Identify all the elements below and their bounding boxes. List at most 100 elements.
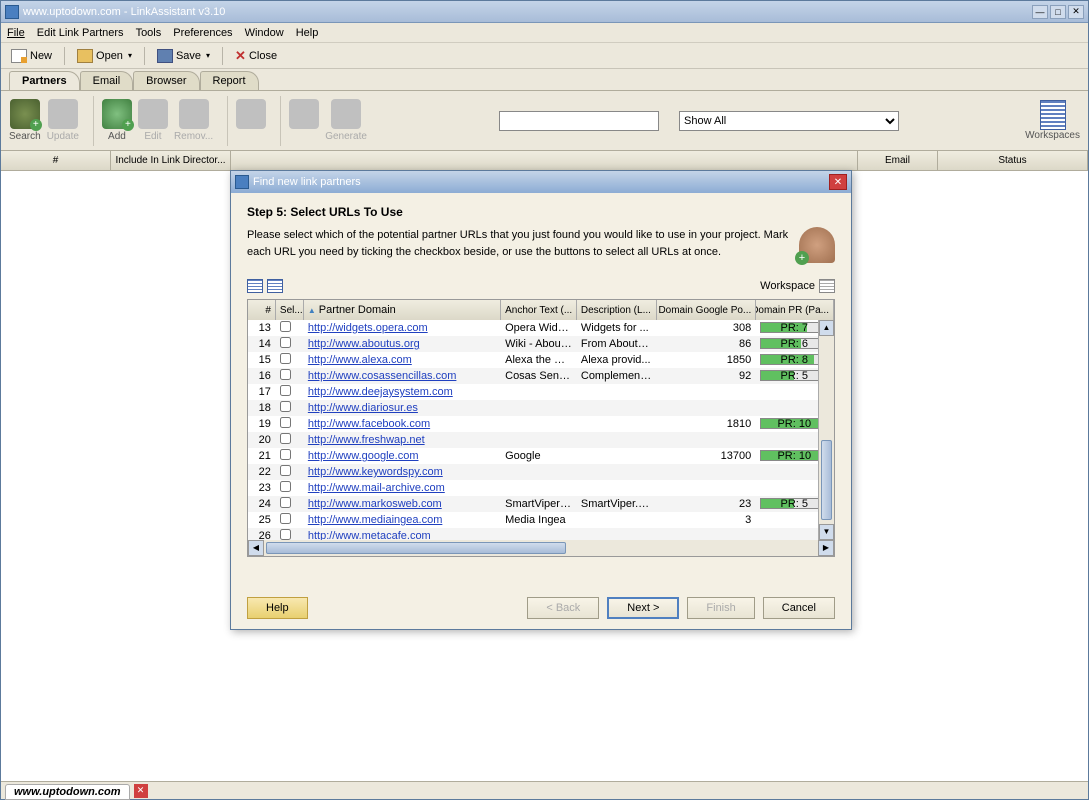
help-button[interactable]: Help: [247, 597, 308, 619]
close-window-button[interactable]: ✕: [1068, 5, 1084, 19]
menu-edit-link-partners[interactable]: Edit Link Partners: [37, 27, 124, 39]
table-row[interactable]: 26http://www.metacafe.com: [248, 528, 834, 540]
select-checkbox[interactable]: [280, 481, 291, 492]
select-checkbox[interactable]: [280, 401, 291, 412]
th-pagerank[interactable]: Domain PR (Pa...: [756, 300, 834, 320]
menu-window[interactable]: Window: [245, 27, 284, 39]
new-button[interactable]: New: [7, 47, 56, 65]
cell-domain: http://www.google.com: [304, 450, 501, 462]
select-checkbox[interactable]: [280, 449, 291, 460]
select-all-icon[interactable]: [247, 279, 263, 293]
partner-url-link[interactable]: http://www.google.com: [308, 450, 419, 462]
table-row[interactable]: 19http://www.facebook.com1810PR: 10: [248, 416, 834, 432]
partner-url-link[interactable]: http://www.mail-archive.com: [308, 482, 445, 494]
select-checkbox[interactable]: [280, 353, 291, 364]
partner-url-link[interactable]: http://www.freshwap.net: [308, 434, 425, 446]
table-row[interactable]: 20http://www.freshwap.net: [248, 432, 834, 448]
tab-email[interactable]: Email: [80, 71, 134, 90]
table-row[interactable]: 21http://www.google.comGoogle13700PR: 10: [248, 448, 834, 464]
partner-url-link[interactable]: http://www.diariosur.es: [308, 402, 418, 414]
col-include[interactable]: Include In Link Director...: [111, 151, 231, 170]
col-number[interactable]: #: [1, 151, 111, 170]
partner-url-link[interactable]: http://www.metacafe.com: [308, 530, 431, 540]
scroll-up-icon[interactable]: ▲: [819, 320, 834, 336]
th-description[interactable]: Description (L...: [577, 300, 657, 320]
ribbon-verify[interactable]: [236, 99, 266, 142]
table-row[interactable]: 14http://www.aboutus.orgWiki - AboutU...…: [248, 336, 834, 352]
th-select[interactable]: Sel...: [276, 300, 304, 320]
table-row[interactable]: 18http://www.diariosur.es: [248, 400, 834, 416]
scroll-down-icon[interactable]: ▼: [819, 524, 834, 540]
search-input[interactable]: [499, 111, 659, 131]
select-checkbox[interactable]: [280, 529, 291, 540]
ribbon-emails[interactable]: [289, 99, 319, 142]
filter-select[interactable]: Show All: [679, 111, 899, 131]
partner-url-link[interactable]: http://www.cosassencillas.com: [308, 370, 457, 382]
ribbon-update[interactable]: Update: [47, 99, 79, 142]
horizontal-scrollbar[interactable]: ◀ ▶: [248, 540, 834, 556]
maximize-button[interactable]: □: [1050, 5, 1066, 19]
select-checkbox[interactable]: [280, 369, 291, 380]
minimize-button[interactable]: —: [1032, 5, 1048, 19]
ribbon-search[interactable]: Search: [9, 99, 41, 142]
tab-report[interactable]: Report: [200, 71, 259, 90]
partner-url-link[interactable]: http://www.alexa.com: [308, 354, 412, 366]
partner-url-link[interactable]: http://www.mediaingea.com: [308, 514, 443, 526]
table-row[interactable]: 24http://www.markosweb.comSmartViper - .…: [248, 496, 834, 512]
col-status[interactable]: Status: [938, 151, 1088, 170]
table-row[interactable]: 17http://www.deejaysystem.com: [248, 384, 834, 400]
open-button[interactable]: Open▾: [73, 47, 136, 65]
scroll-thumb[interactable]: [821, 440, 832, 520]
table-row[interactable]: 16http://www.cosassencillas.comCosas Sen…: [248, 368, 834, 384]
deselect-all-icon[interactable]: [267, 279, 283, 293]
select-checkbox[interactable]: [280, 417, 291, 428]
save-button[interactable]: Save▾: [153, 47, 214, 65]
tab-partners[interactable]: Partners: [9, 71, 80, 90]
partner-url-link[interactable]: http://www.aboutus.org: [308, 338, 420, 350]
scroll-right-icon[interactable]: ▶: [818, 540, 834, 556]
close-project-button[interactable]: ✕Close: [231, 46, 281, 66]
ribbon-generate[interactable]: Generate: [325, 99, 367, 142]
th-anchor[interactable]: Anchor Text (...: [501, 300, 577, 320]
table-row[interactable]: 25http://www.mediaingea.comMedia Ingea3: [248, 512, 834, 528]
ribbon-edit[interactable]: Edit: [138, 99, 168, 142]
partner-url-link[interactable]: http://www.deejaysystem.com: [308, 386, 453, 398]
dialog-title-bar[interactable]: Find new link partners ✕: [231, 171, 851, 193]
select-checkbox[interactable]: [280, 433, 291, 444]
table-row[interactable]: 15http://www.alexa.comAlexa the We...Ale…: [248, 352, 834, 368]
col-email[interactable]: Email: [858, 151, 938, 170]
next-button[interactable]: Next >: [607, 597, 679, 619]
tab-browser[interactable]: Browser: [133, 71, 199, 90]
table-row[interactable]: 23http://www.mail-archive.com: [248, 480, 834, 496]
ribbon-workspaces[interactable]: Workspaces: [1025, 100, 1080, 141]
cancel-button[interactable]: Cancel: [763, 597, 835, 619]
table-row[interactable]: 13http://widgets.opera.comOpera Widge...…: [248, 320, 834, 336]
select-checkbox[interactable]: [280, 465, 291, 476]
hscroll-thumb[interactable]: [266, 542, 566, 554]
menu-tools[interactable]: Tools: [136, 27, 162, 39]
select-checkbox[interactable]: [280, 513, 291, 524]
ribbon-remove[interactable]: Remov...: [174, 99, 213, 142]
partner-url-link[interactable]: http://www.facebook.com: [308, 418, 430, 430]
project-tab[interactable]: www.uptodown.com: [5, 784, 130, 800]
select-checkbox[interactable]: [280, 337, 291, 348]
partner-url-link[interactable]: http://www.keywordspy.com: [308, 466, 443, 478]
th-domain[interactable]: ▲Partner Domain: [304, 300, 501, 320]
table-row[interactable]: 22http://www.keywordspy.com: [248, 464, 834, 480]
th-number[interactable]: #: [248, 300, 276, 320]
workspace-icon[interactable]: [819, 279, 835, 293]
th-popularity[interactable]: Domain Google Po...: [657, 300, 757, 320]
ribbon-add[interactable]: Add: [102, 99, 132, 142]
project-close-icon[interactable]: ✕: [134, 784, 148, 798]
select-checkbox[interactable]: [280, 321, 291, 332]
menu-preferences[interactable]: Preferences: [173, 27, 232, 39]
menu-file[interactable]: File: [7, 27, 25, 39]
partner-url-link[interactable]: http://widgets.opera.com: [308, 322, 428, 334]
partner-url-link[interactable]: http://www.markosweb.com: [308, 498, 442, 510]
menu-help[interactable]: Help: [296, 27, 319, 39]
vertical-scrollbar[interactable]: ▲ ▼: [818, 320, 834, 540]
select-checkbox[interactable]: [280, 497, 291, 508]
scroll-left-icon[interactable]: ◀: [248, 540, 264, 556]
select-checkbox[interactable]: [280, 385, 291, 396]
dialog-close-button[interactable]: ✕: [829, 174, 847, 190]
